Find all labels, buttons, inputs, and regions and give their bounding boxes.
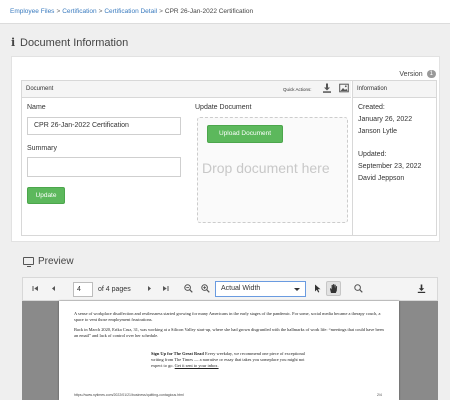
download-icon[interactable] bbox=[417, 284, 426, 296]
page-number-input[interactable]: 4 bbox=[73, 282, 93, 297]
pdf-page: A sense of workplace disaffection and re… bbox=[59, 301, 399, 400]
next-page-icon[interactable] bbox=[146, 285, 153, 295]
last-page-icon[interactable] bbox=[162, 285, 169, 295]
pdf-footer-page: 2/4 bbox=[377, 393, 382, 397]
search-icon[interactable] bbox=[354, 284, 363, 296]
updated-label: Updated: bbox=[358, 151, 387, 158]
update-document-label: Update Document bbox=[195, 104, 252, 111]
hand-tool-button[interactable] bbox=[326, 281, 341, 296]
update-button[interactable]: Update bbox=[27, 187, 65, 204]
quick-actions-label: Quick Actions: bbox=[283, 87, 312, 92]
breadcrumb-certification-detail[interactable]: Certification Detail bbox=[104, 8, 157, 15]
breadcrumb-current: CPR 26-Jan-2022 Certification bbox=[164, 8, 254, 15]
zoom-out-icon[interactable] bbox=[184, 284, 193, 296]
select-cursor-icon[interactable] bbox=[314, 284, 322, 296]
breadcrumb-separator: > bbox=[159, 8, 163, 15]
version-indicator: Version 1 bbox=[399, 70, 436, 78]
chevron-down-icon bbox=[294, 288, 300, 291]
name-input[interactable]: CPR 26-Jan-2022 Certification bbox=[27, 117, 181, 135]
upload-document-button[interactable]: Upload Document bbox=[207, 125, 283, 143]
updated-by: David Jeppson bbox=[358, 175, 405, 182]
zoom-select-value: Actual Width bbox=[221, 285, 261, 292]
information-header-label: Information bbox=[357, 86, 388, 92]
version-badge: 1 bbox=[426, 70, 436, 78]
document-information-title: i Document Information bbox=[11, 36, 128, 49]
summary-label: Summary bbox=[27, 145, 57, 152]
version-label: Version bbox=[399, 70, 423, 78]
preview-title-text: Preview bbox=[38, 256, 74, 267]
summary-input[interactable] bbox=[27, 157, 181, 177]
prev-page-icon[interactable] bbox=[50, 285, 57, 295]
name-label: Name bbox=[27, 104, 46, 111]
breadcrumb-employee-files[interactable]: Employee Files bbox=[10, 8, 54, 15]
breadcrumb: Employee Files > Certification > Certificati… bbox=[10, 8, 253, 15]
first-page-icon[interactable] bbox=[32, 285, 39, 295]
drop-zone-text: Drop document here bbox=[202, 160, 330, 176]
section-title-text: Document Information bbox=[20, 37, 129, 49]
hand-tool-icon bbox=[330, 284, 338, 293]
pdf-paragraph-2: Back in March 2020, Erika Cruz, 31, was … bbox=[74, 327, 384, 338]
breadcrumb-separator: > bbox=[56, 8, 61, 15]
pdf-footer-url: https://www.nytimes.com/2022/01/21/busin… bbox=[74, 393, 184, 397]
updated-date: September 23, 2022 bbox=[358, 163, 422, 170]
document-header-label: Document bbox=[26, 86, 54, 92]
pdf-paragraph-1: A sense of workplace disaffection and re… bbox=[74, 311, 381, 322]
callout-link[interactable]: Get it sent to your inbox. bbox=[175, 363, 219, 368]
monitor-icon bbox=[23, 257, 34, 267]
breadcrumb-certification[interactable]: Certification bbox=[62, 8, 96, 15]
image-icon[interactable] bbox=[338, 83, 349, 94]
preview-title: Preview bbox=[23, 256, 74, 267]
breadcrumb-separator: > bbox=[98, 8, 103, 15]
zoom-select[interactable]: Actual Width bbox=[215, 281, 306, 297]
download-icon[interactable] bbox=[321, 83, 332, 94]
info-icon: i bbox=[11, 36, 16, 49]
callout-title: Sign Up for The Great Read bbox=[151, 351, 204, 356]
newsletter-callout: Sign Up for The Great Read Every weekday… bbox=[151, 351, 311, 369]
created-label: Created: bbox=[358, 104, 385, 111]
created-by: Janson Lytle bbox=[358, 128, 398, 135]
page-total-text: of 4 pages bbox=[98, 286, 131, 293]
created-date: January 26, 2022 bbox=[358, 116, 413, 123]
zoom-in-icon[interactable] bbox=[201, 284, 210, 296]
